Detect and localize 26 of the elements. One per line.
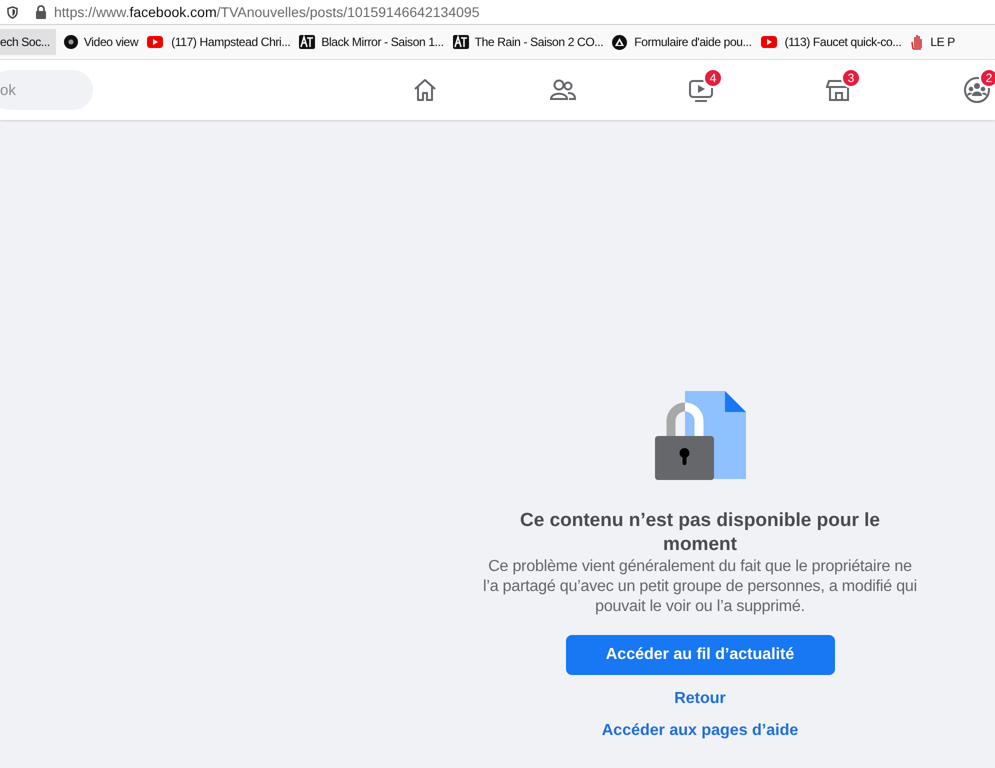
triangle-logo-icon (612, 34, 628, 50)
at-logo-icon (452, 35, 469, 49)
bookmark[interactable]: Video view (56, 29, 140, 55)
notification-badge: 4 (703, 68, 723, 88)
bookmark[interactable]: Formulaire d'aide pou... (604, 29, 753, 55)
play-logo-icon (147, 36, 164, 48)
bookmark[interactable]: ech Soc... (0, 29, 56, 55)
disc-icon (64, 35, 78, 49)
notification-badge: 2 (979, 68, 995, 88)
search-field[interactable]: ok (0, 70, 93, 110)
hand-icon (910, 34, 924, 50)
help-link[interactable]: Accéder aux pages d’aide (602, 719, 798, 743)
back-link[interactable]: Retour (674, 687, 726, 711)
shield-icon[interactable] (7, 6, 18, 18)
at-logo-icon (299, 35, 316, 49)
message-title: Ce contenu n’est pas disponible pour le moment (519, 509, 881, 557)
notification-badge: 3 (841, 68, 861, 88)
bookmark[interactable]: (113) Faucet quick-co... (752, 29, 902, 55)
bookmark[interactable]: Black Mirror - Saison 1... (291, 29, 445, 55)
bookmark[interactable]: The Rain - Saison 2 CO... (444, 29, 604, 55)
play-logo-icon (760, 36, 777, 48)
message-text: Ce problème vient généralement du fait que le propriétaire ne l’a partagé qu’avec un petit groupe de personnes, a modifié qui pouvait le voir ou l’a supprimé. (482, 557, 918, 617)
news-feed-button[interactable]: Accéder au fil d’actualité (566, 635, 834, 675)
bookmark[interactable]: LE P (902, 29, 956, 55)
lock-icon[interactable] (35, 5, 47, 19)
bookmark[interactable]: (117) Hampstead Chri... (139, 29, 292, 55)
